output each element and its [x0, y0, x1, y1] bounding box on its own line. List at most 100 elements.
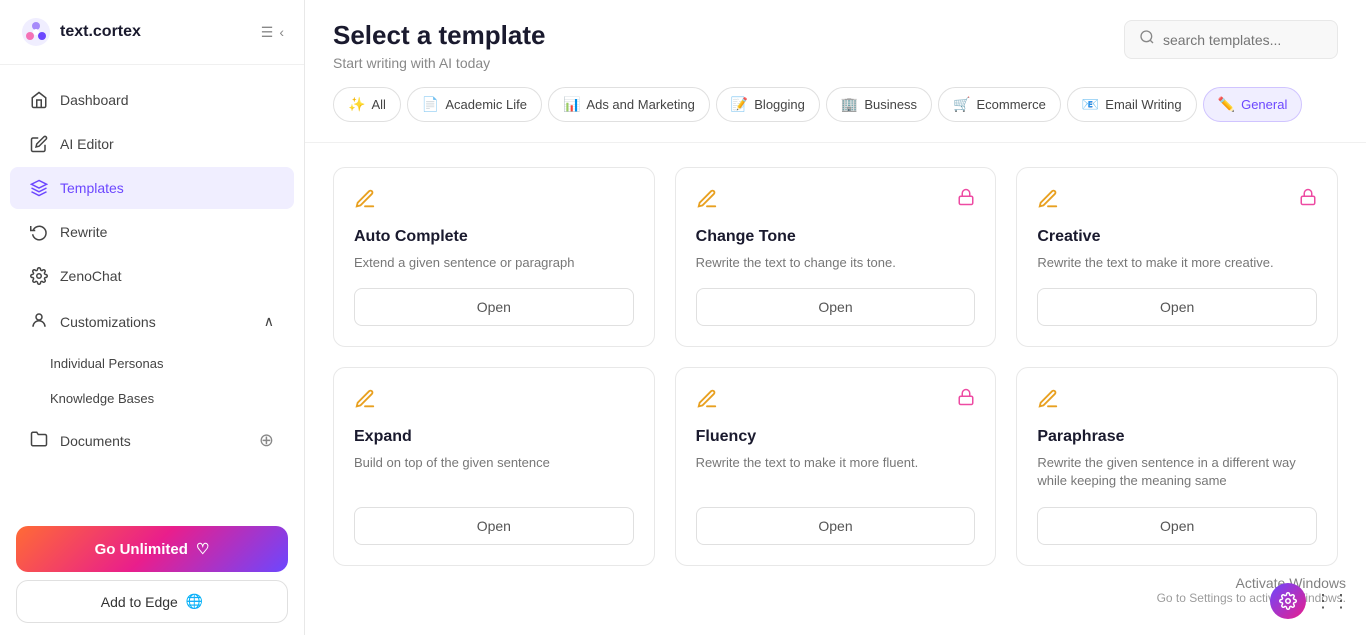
search-input[interactable]: [1163, 32, 1323, 48]
filter-tabs: ✨ All 📄 Academic Life 📊 Ads and Marketin…: [333, 87, 1338, 126]
tab-academic-label: Academic Life: [445, 97, 527, 112]
tab-all[interactable]: ✨ All: [333, 87, 401, 122]
logo-icon: [20, 16, 52, 48]
pen-icon: [1037, 188, 1059, 216]
folder-icon: [30, 430, 48, 451]
tab-blogging[interactable]: 📝 Blogging: [716, 87, 820, 122]
open-button-creative[interactable]: Open: [1037, 288, 1317, 326]
sidebar-item-customizations[interactable]: Customizations ∧: [10, 299, 294, 344]
sidebar-item-zenochat[interactable]: ZenoChat: [10, 255, 294, 297]
tab-ads-marketing[interactable]: 📊 Ads and Marketing: [548, 87, 710, 122]
documents-label: Documents: [60, 433, 131, 449]
search-area[interactable]: [1124, 20, 1338, 59]
header-top: Select a template Start writing with AI …: [333, 20, 1338, 71]
edge-icon: 🌐: [186, 593, 203, 610]
customizations-label: Customizations: [60, 314, 156, 330]
tab-ecommerce-label: Ecommerce: [977, 97, 1046, 112]
chevron-left-icon: ‹: [279, 24, 284, 40]
sidebar-item-ai-editor[interactable]: AI Editor: [10, 123, 294, 165]
tab-email-writing[interactable]: 📧 Email Writing: [1067, 87, 1197, 122]
pen-icon: [354, 388, 376, 416]
ecommerce-icon: 🛒: [953, 96, 970, 113]
sidebar-item-label: Templates: [60, 180, 124, 196]
template-card-expand: Expand Build on top of the given sentenc…: [333, 367, 655, 565]
main-header: Select a template Start writing with AI …: [305, 0, 1366, 143]
tab-email-label: Email Writing: [1105, 97, 1181, 112]
tab-business[interactable]: 🏢 Business: [826, 87, 932, 122]
blogging-icon: 📝: [731, 96, 748, 113]
email-icon: 📧: [1082, 96, 1099, 113]
template-card-change-tone: Change Tone Rewrite the text to change i…: [675, 167, 997, 347]
card-desc: Rewrite the text to make it more fluent.: [696, 454, 976, 490]
sidebar-item-rewrite[interactable]: Rewrite: [10, 211, 294, 253]
sidebar-header: text.cortex ☰ ‹: [0, 0, 304, 65]
open-button-auto-complete[interactable]: Open: [354, 288, 634, 326]
open-button-paraphrase[interactable]: Open: [1037, 507, 1317, 545]
sidebar-item-label: ZenoChat: [60, 268, 121, 284]
add-document-icon[interactable]: ⊕: [259, 430, 274, 451]
template-card-fluency: Fluency Rewrite the text to make it more…: [675, 367, 997, 565]
search-icon: [1139, 29, 1155, 50]
sidebar-nav: Dashboard AI Editor Templates Rewrite Ze: [0, 65, 304, 514]
pen-icon: [1037, 388, 1059, 416]
gear-circle-icon[interactable]: [1270, 583, 1306, 619]
open-button-fluency[interactable]: Open: [696, 507, 976, 545]
individual-personas-label: Individual Personas: [50, 356, 163, 371]
lock-icon: [957, 188, 975, 211]
chevron-up-icon: ∧: [264, 313, 274, 330]
sidebar-item-templates[interactable]: Templates: [10, 167, 294, 209]
card-desc: Rewrite the text to change its tone.: [696, 254, 976, 272]
open-button-change-tone[interactable]: Open: [696, 288, 976, 326]
business-icon: 🏢: [841, 96, 858, 113]
layers-icon: [30, 179, 48, 197]
pen-icon: [696, 388, 718, 416]
academic-icon: 📄: [422, 96, 439, 113]
edit-icon: [30, 135, 48, 153]
home-icon: [30, 91, 48, 109]
card-desc: Rewrite the given sentence in a differen…: [1037, 454, 1317, 490]
card-desc: Build on top of the given sentence: [354, 454, 634, 490]
template-grid: Auto Complete Extend a given sentence or…: [305, 143, 1366, 635]
sidebar-item-individual-personas[interactable]: Individual Personas: [0, 346, 304, 381]
logo-area: text.cortex: [20, 16, 141, 48]
tab-blogging-label: Blogging: [754, 97, 805, 112]
sidebar-item-knowledge-bases[interactable]: Knowledge Bases: [0, 381, 304, 416]
card-title: Creative: [1037, 228, 1317, 246]
pen-icon: [696, 188, 718, 216]
customizations-icon: [30, 311, 48, 332]
more-options-icon[interactable]: ⋮⋮: [1314, 591, 1350, 612]
logo-text: text.cortex: [60, 23, 141, 41]
open-button-expand[interactable]: Open: [354, 507, 634, 545]
tab-general[interactable]: ✏️ General: [1203, 87, 1303, 122]
card-desc: Rewrite the text to make it more creativ…: [1037, 254, 1317, 272]
knowledge-bases-label: Knowledge Bases: [50, 391, 154, 406]
tab-general-label: General: [1241, 97, 1287, 112]
tab-ecommerce[interactable]: 🛒 Ecommerce: [938, 87, 1061, 122]
lock-icon: [957, 388, 975, 411]
add-to-edge-button[interactable]: Add to Edge 🌐: [16, 580, 288, 623]
general-icon: ✏️: [1218, 96, 1235, 113]
go-unlimited-button[interactable]: Go Unlimited ♡: [16, 526, 288, 572]
hamburger-icon: ☰: [261, 24, 274, 41]
card-title: Change Tone: [696, 228, 976, 246]
sidebar-item-documents[interactable]: Documents ⊕: [10, 418, 294, 463]
page-subtitle: Start writing with AI today: [333, 55, 545, 71]
sidebar: text.cortex ☰ ‹ Dashboard AI Editor Temp…: [0, 0, 305, 635]
template-card-auto-complete: Auto Complete Extend a given sentence or…: [333, 167, 655, 347]
add-to-edge-label: Add to Edge: [101, 594, 178, 610]
tab-academic-life[interactable]: 📄 Academic Life: [407, 87, 542, 122]
sidebar-item-label: AI Editor: [60, 136, 114, 152]
lock-icon: [1299, 188, 1317, 211]
sidebar-item-label: Rewrite: [60, 224, 107, 240]
card-title: Auto Complete: [354, 228, 634, 246]
tab-ads-label: Ads and Marketing: [586, 97, 694, 112]
sidebar-item-label: Dashboard: [60, 92, 129, 108]
sidebar-item-dashboard[interactable]: Dashboard: [10, 79, 294, 121]
title-area: Select a template Start writing with AI …: [333, 20, 545, 71]
template-card-paraphrase: Paraphrase Rewrite the given sentence in…: [1016, 367, 1338, 565]
ads-icon: 📊: [563, 96, 580, 113]
sidebar-toggle[interactable]: ☰ ‹: [261, 24, 284, 41]
all-icon: ✨: [348, 96, 365, 113]
card-title: Paraphrase: [1037, 428, 1317, 446]
card-desc: Extend a given sentence or paragraph: [354, 254, 634, 272]
